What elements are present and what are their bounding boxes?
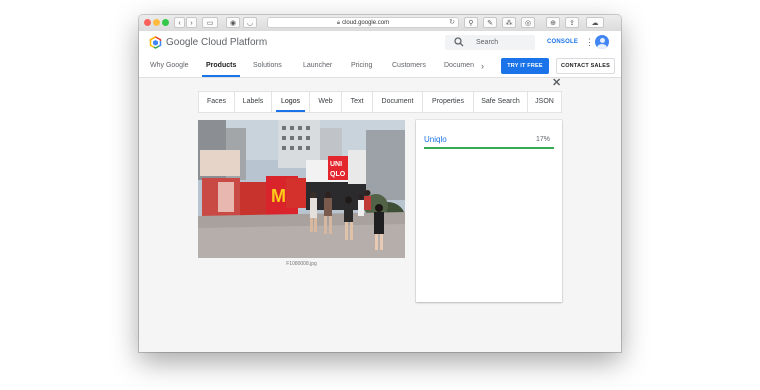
reload-icon[interactable]: ↻: [449, 18, 455, 28]
extension-3-icon[interactable]: ◎: [521, 17, 535, 28]
logo-result-score: 17%: [535, 136, 550, 143]
nav-documentation[interactable]: Documen: [444, 55, 474, 77]
tab-text[interactable]: Text: [342, 92, 373, 112]
search-input[interactable]: Search: [445, 35, 535, 50]
nav-customers[interactable]: Customers: [392, 55, 426, 77]
nav-why-google[interactable]: Why Google: [150, 55, 189, 77]
analyzed-photo: M UNI QLO: [198, 120, 405, 258]
site-nav: Why Google Products Solutions Launcher P…: [139, 55, 621, 78]
more-vert-icon[interactable]: ⋮: [585, 36, 594, 49]
contact-sales-button[interactable]: CONTACT SALES: [556, 58, 615, 74]
logo-result-name: Uniqlo: [424, 135, 447, 144]
logo-results-card: Uniqlo 17%: [416, 120, 562, 302]
tab-document[interactable]: Document: [373, 92, 423, 112]
tab-faces[interactable]: Faces: [199, 92, 235, 112]
store-sign-bottom: QLO: [330, 171, 346, 178]
avatar[interactable]: [595, 35, 609, 49]
back-icon[interactable]: ‹: [174, 17, 185, 28]
vision-demo: ✕ Faces Labels Logos Web Text Document P…: [139, 78, 621, 352]
tab-json[interactable]: JSON: [528, 92, 561, 112]
site-header: Google Cloud Platform Search CONSOLE ⋮: [139, 31, 621, 55]
tab-web[interactable]: Web: [310, 92, 342, 112]
lock-icon: 🔒︎: [336, 20, 341, 26]
forward-icon[interactable]: ›: [186, 17, 197, 28]
nav-products[interactable]: Products: [201, 55, 241, 77]
search-icon: [454, 37, 464, 47]
nav-pricing[interactable]: Pricing: [351, 55, 372, 77]
browser-window: ‹ › ▭ ◉ ◡ 🔒︎ cloud.google.com ↻ ⚲ ✎ ⁂ ◎ ⊕…: [139, 15, 621, 352]
chevron-right-icon[interactable]: ›: [481, 55, 484, 77]
tab-safe-search[interactable]: Safe Search: [474, 92, 528, 112]
search-placeholder: Search: [476, 39, 499, 46]
url-text: cloud.google.com: [342, 20, 390, 26]
tab-logos[interactable]: Logos: [272, 92, 310, 112]
minimize-window-button[interactable]: [153, 19, 160, 26]
sidebar-icon[interactable]: ▭: [202, 17, 218, 28]
share-icon[interactable]: ⇪: [565, 17, 579, 28]
image-caption: F1080008.jpg: [286, 261, 317, 267]
logo-result-bar-fill: [424, 147, 554, 149]
tab-labels[interactable]: Labels: [235, 92, 272, 112]
store-sign-top: UNI: [330, 161, 342, 168]
brand-title[interactable]: Google Cloud Platform: [166, 36, 267, 49]
logo-result-bar: [424, 147, 554, 149]
billboard-m: M: [271, 186, 286, 206]
google-cloud-logo-icon[interactable]: [149, 36, 162, 49]
try-it-free-button[interactable]: TRY IT FREE: [501, 58, 549, 74]
avatar-body-icon: [597, 43, 607, 49]
avatar-head-icon: [599, 37, 605, 43]
close-icon[interactable]: ✕: [552, 78, 561, 89]
result-tabs: Faces Labels Logos Web Text Document Pro…: [198, 91, 562, 113]
privacy-icon[interactable]: ◉: [226, 17, 240, 28]
nav-launcher[interactable]: Launcher: [303, 55, 332, 77]
cloud-icon[interactable]: ☁: [586, 17, 604, 28]
nav-solutions[interactable]: Solutions: [253, 55, 282, 77]
extension-icon[interactable]: ⚲: [464, 17, 478, 28]
bookmark-icon[interactable]: ✎: [483, 17, 497, 28]
tab-properties[interactable]: Properties: [423, 92, 474, 112]
close-window-button[interactable]: [144, 19, 151, 26]
street-scene-image: M UNI QLO: [198, 120, 405, 258]
download-icon[interactable]: ⊕: [546, 17, 560, 28]
extension-2-icon[interactable]: ⁂: [502, 17, 516, 28]
address-bar[interactable]: 🔒︎ cloud.google.com ↻: [267, 17, 459, 28]
console-link[interactable]: CONSOLE: [547, 38, 578, 47]
browser-toolbar: ‹ › ▭ ◉ ◡ 🔒︎ cloud.google.com ↻ ⚲ ✎ ⁂ ◎ ⊕…: [139, 15, 621, 32]
pocket-icon[interactable]: ◡: [243, 17, 257, 28]
zoom-window-button[interactable]: [162, 19, 169, 26]
